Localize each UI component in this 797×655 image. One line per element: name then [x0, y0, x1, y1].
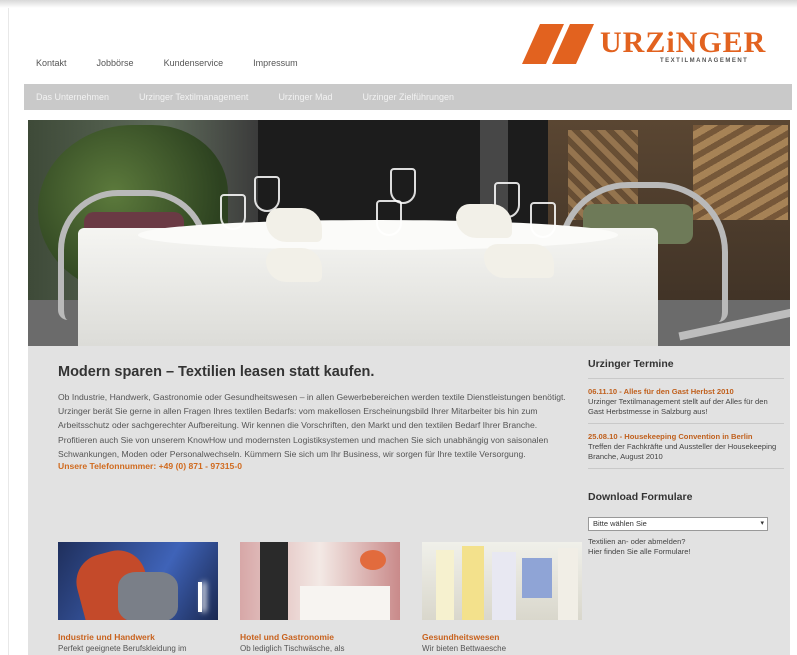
- nav-link-kontakt[interactable]: Kontakt: [36, 58, 67, 68]
- teaser-image-towel: [436, 550, 454, 620]
- teaser-gesundheit[interactable]: Gesundheitswesen Wir bieten Bettwaesche: [422, 542, 582, 653]
- teaser-industrie[interactable]: Industrie und Handwerk Perfekt geeignete…: [58, 542, 218, 653]
- events-title: Urzinger Termine: [588, 358, 784, 379]
- hero-napkin: [456, 204, 512, 238]
- page-headline: Modern sparen – Textilien leasen statt k…: [58, 364, 375, 380]
- hero-wine-glass: [390, 168, 416, 204]
- teaser-image-spark: [198, 582, 202, 612]
- hero-wine-glass: [220, 194, 246, 230]
- event-date-link[interactable]: 25.08.10 - Housekeeping Convention in Be…: [588, 432, 784, 442]
- intro-text: Ob Industrie, Handwerk, Gastronomie oder…: [58, 392, 566, 459]
- teaser-image-table: [300, 586, 390, 620]
- teaser-text: Wir bieten Bettwaesche: [422, 644, 507, 653]
- teaser-image-towel: [558, 548, 578, 620]
- event-date-link[interactable]: 06.11.10 - Alles für den Gast Herbst 201…: [588, 387, 784, 397]
- teaser-title[interactable]: Hotel und Gastronomie: [240, 632, 400, 642]
- select-value: Bitte wählen Sie: [593, 519, 647, 528]
- menu-item-textilmanagement[interactable]: Urzinger Textilmanagement: [139, 92, 248, 102]
- nav-link-impressum[interactable]: Impressum: [253, 58, 298, 68]
- chevron-down-icon: ▾: [760, 520, 764, 527]
- teaser-image-towel: [492, 552, 516, 620]
- menu-item-mad[interactable]: Urzinger Mad: [278, 92, 332, 102]
- event-item[interactable]: 25.08.10 - Housekeeping Convention in Be…: [588, 424, 784, 469]
- teaser-image-industrie[interactable]: [58, 542, 218, 620]
- teaser-text: Perfekt geeignete Berufskleidung im: [58, 644, 187, 653]
- teaser-image-hotel[interactable]: [240, 542, 400, 620]
- logo-subtitle: TEXTILMANAGEMENT: [660, 58, 749, 64]
- teaser-row: Industrie und Handwerk Perfekt geeignete…: [58, 542, 588, 653]
- download-note-line: Hier finden Sie alle Formulare!: [588, 547, 691, 556]
- nav-link-jobboerse[interactable]: Jobbörse: [97, 58, 134, 68]
- hero-napkin: [266, 248, 322, 282]
- hero-wine-glass: [254, 176, 280, 212]
- hero-napkin: [484, 244, 554, 278]
- event-description: Treffen der Fachkräfte und Aussteller de…: [588, 442, 777, 461]
- teaser-hotel[interactable]: Hotel und Gastronomie Ob lediglich Tisch…: [240, 542, 400, 653]
- phone-number: Unsere Telefonnummer: +49 (0) 871 - 9731…: [58, 461, 242, 472]
- brand-logo[interactable]: URZiNGER TEXTILMANAGEMENT: [522, 22, 772, 72]
- hero-image-restaurant-table: [28, 120, 790, 346]
- main-menu-bar: Das Unternehmen Urzinger Textilmanagemen…: [24, 84, 792, 110]
- teaser-image-gesundheit[interactable]: [422, 542, 582, 620]
- browser-top-edge: [0, 0, 797, 8]
- teaser-image-lamp: [360, 550, 386, 570]
- sidebar: Urzinger Termine 06.11.10 - Alles für de…: [588, 358, 784, 557]
- teaser-image-towel: [522, 558, 552, 598]
- teaser-image-towel: [462, 546, 484, 620]
- event-item[interactable]: 06.11.10 - Alles für den Gast Herbst 201…: [588, 379, 784, 424]
- teaser-image-figure: [260, 542, 288, 620]
- page-left-border: [8, 8, 9, 655]
- download-title: Download Formulare: [588, 491, 693, 503]
- logo-stripes-icon: [522, 24, 594, 64]
- event-description: Urzinger Textilmanagement stellt auf der…: [588, 397, 768, 416]
- nav-link-kundenservice[interactable]: Kundenservice: [164, 58, 224, 68]
- hero-wine-glass: [530, 202, 556, 238]
- hero-wine-glass: [376, 200, 402, 236]
- menu-item-zielfuehrungen[interactable]: Urzinger Zielführungen: [362, 92, 454, 102]
- hero-napkin: [266, 208, 322, 242]
- content-area: Modern sparen – Textilien leasen statt k…: [28, 346, 790, 655]
- main-column: Modern sparen – Textilien leasen statt k…: [58, 364, 578, 471]
- download-note-line: Textilien an- oder abmelden?: [588, 537, 686, 546]
- menu-item-unternehmen[interactable]: Das Unternehmen: [36, 92, 109, 102]
- teaser-image-figure: [118, 572, 178, 620]
- download-note: Textilien an- oder abmelden? Hier finden…: [588, 537, 784, 557]
- form-select-dropdown[interactable]: Bitte wählen Sie ▾: [588, 517, 768, 531]
- teaser-title[interactable]: Industrie und Handwerk: [58, 632, 218, 642]
- top-navigation: Kontakt Jobbörse Kundenservice Impressum: [36, 58, 328, 68]
- logo-wordmark: URZiNGER: [600, 26, 767, 59]
- teaser-text: Ob lediglich Tischwäsche, als: [240, 644, 345, 653]
- teaser-title[interactable]: Gesundheitswesen: [422, 632, 582, 642]
